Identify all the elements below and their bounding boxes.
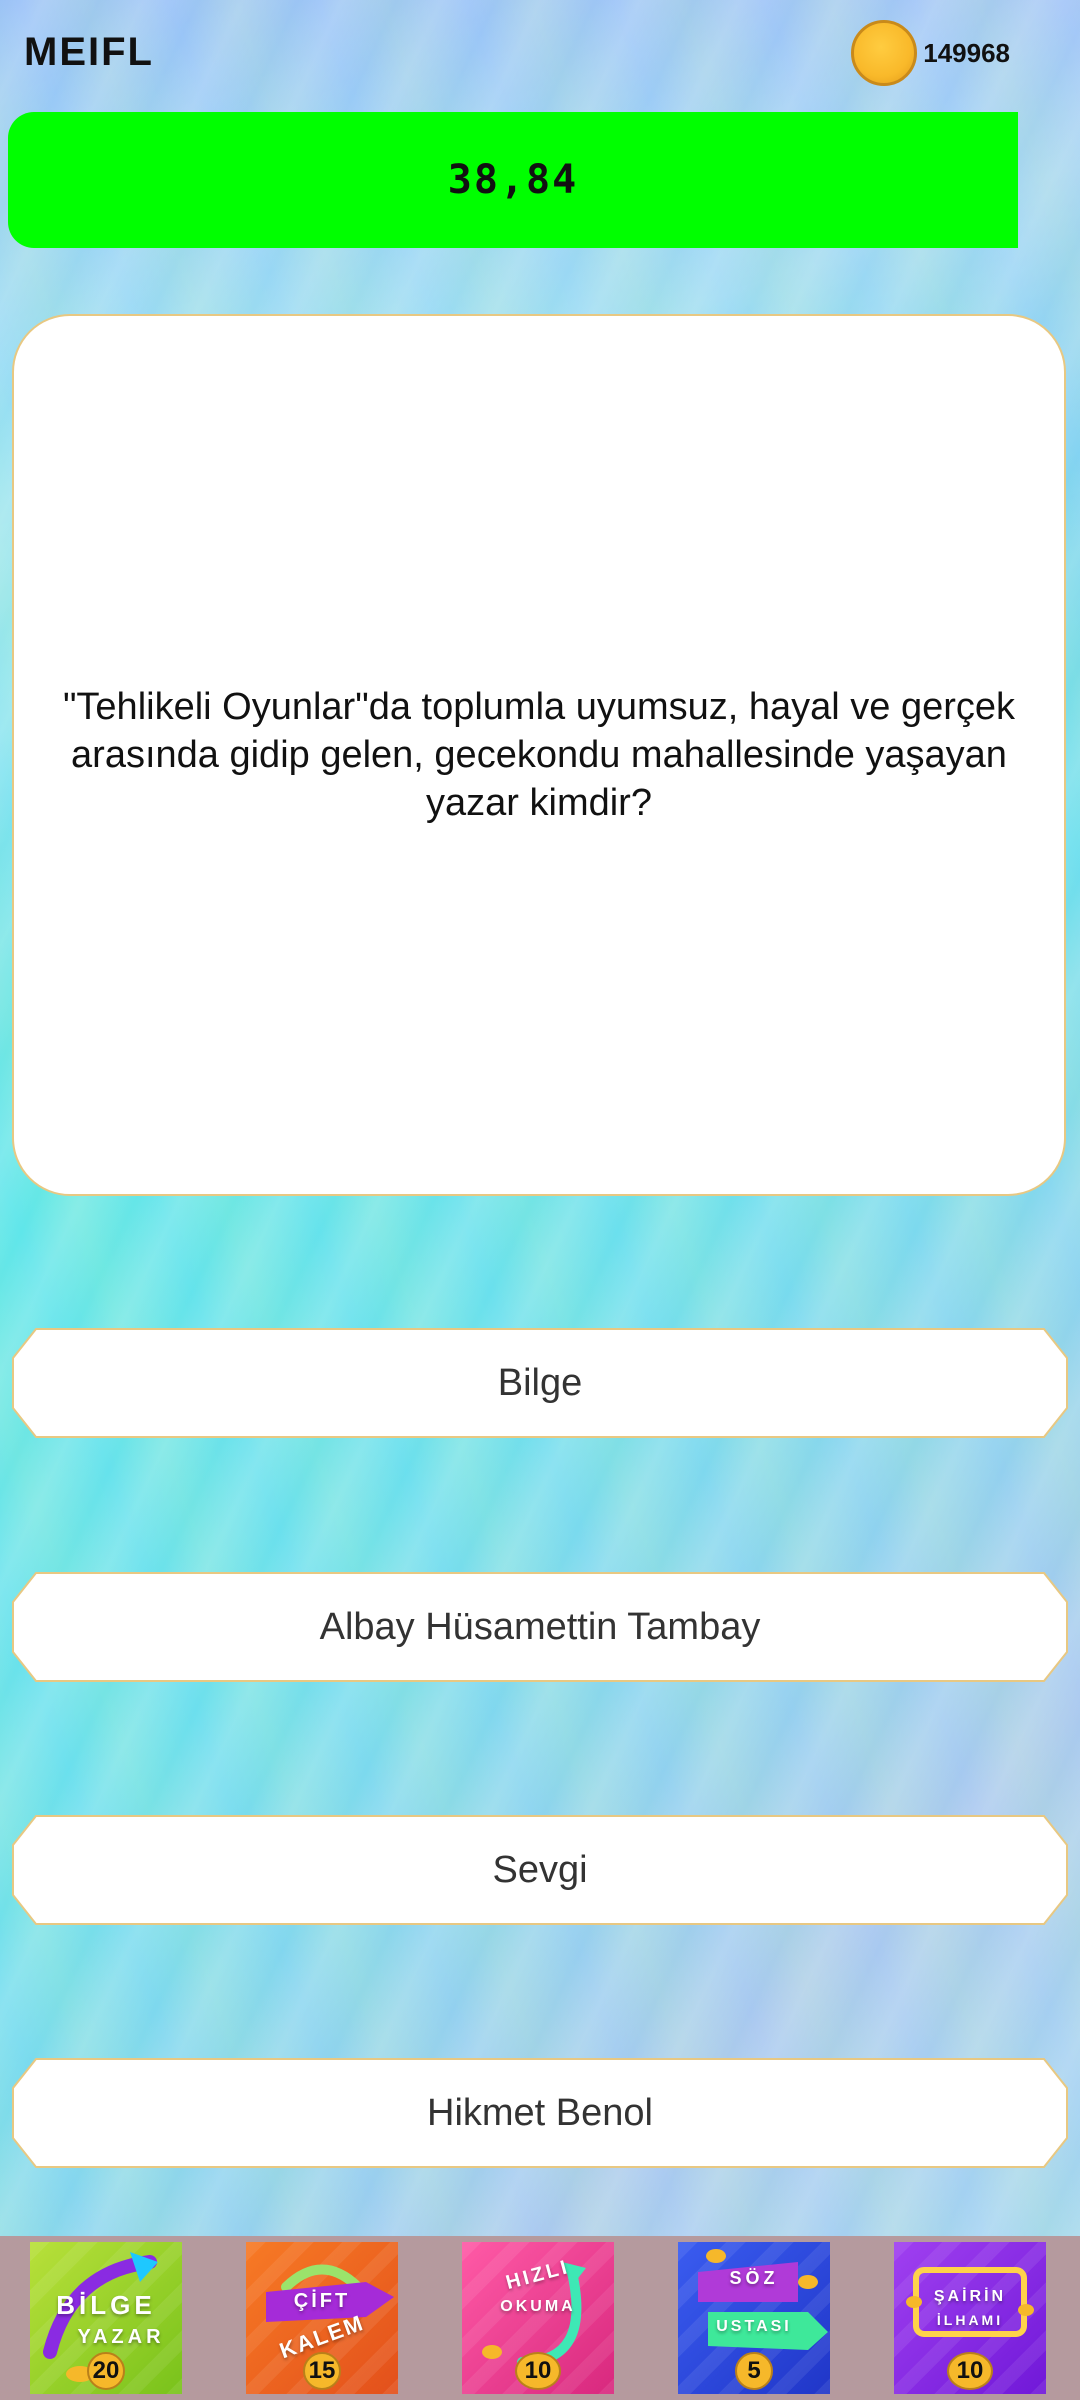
joker-hizli-okuma[interactable]: HIZLI OKUMA 10 — [462, 2242, 614, 2394]
joker-count-badge: 20 — [87, 2352, 125, 2390]
answer-option-a[interactable]: Bilge — [12, 1328, 1068, 1438]
joker-count-badge: 5 — [735, 2352, 773, 2390]
joker-label: OKUMA — [500, 2298, 576, 2315]
joker-count-badge: 15 — [303, 2352, 341, 2390]
answer-option-d[interactable]: Hikmet Benol — [12, 2058, 1068, 2168]
timer-bar: 38,84 — [8, 112, 1018, 248]
timer-value: 38,84 — [447, 157, 579, 203]
joker-count-badge: 10 — [515, 2352, 561, 2390]
answer-option-b[interactable]: Albay Hüsamettin Tambay — [12, 1572, 1068, 1682]
question-card: "Tehlikeli Oyunlar"da toplumla uyumsuz, … — [12, 314, 1066, 1196]
coin-icon — [851, 20, 918, 86]
joker-label: BİLGE — [56, 2290, 156, 2320]
question-text: "Tehlikeli Oyunlar"da toplumla uyumsuz, … — [62, 686, 1016, 824]
joker-label: ŞAİRİN — [933, 2288, 1007, 2305]
joker-sairin-ilhami[interactable]: ŞAİRİN İLHAMI 10 — [894, 2242, 1046, 2394]
app-title: MEIFL — [24, 30, 154, 74]
answer-option-c[interactable]: Sevgi — [12, 1815, 1068, 1925]
coin-balance: 149968 — [851, 20, 1010, 86]
joker-count-badge: 10 — [947, 2352, 993, 2390]
joker-label: İLHAMI — [936, 2312, 1004, 2328]
joker-label: USTASI — [716, 2318, 792, 2335]
joker-soz-ustasi[interactable]: SÖZ USTASI 5 — [678, 2242, 830, 2394]
joker-cift-kalem[interactable]: ÇİFT KALEM 15 — [246, 2242, 398, 2394]
joker-label: YAZAR — [77, 2326, 165, 2348]
joker-bilge-yazar[interactable]: BİLGE YAZAR 20 — [30, 2242, 182, 2394]
coin-count: 149968 — [923, 37, 1010, 68]
joker-label: SÖZ — [729, 2268, 779, 2288]
